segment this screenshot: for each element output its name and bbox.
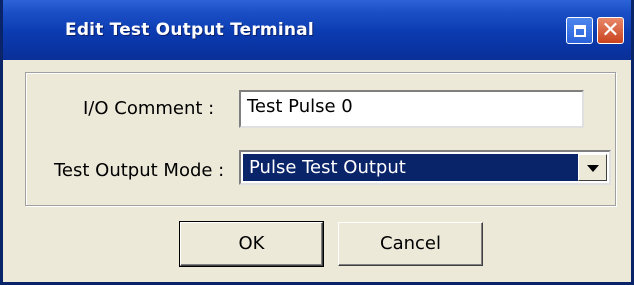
close-icon: ✕ (601, 18, 620, 43)
edit-test-output-terminal-dialog: Edit Test Output Terminal ✕ I/O Comment … (0, 0, 634, 285)
cancel-button[interactable]: Cancel (338, 222, 483, 266)
test-output-mode-select[interactable]: Pulse Test Output (239, 150, 611, 185)
restore-button[interactable] (566, 17, 593, 44)
ok-button[interactable]: OK (179, 221, 324, 267)
restore-icon (574, 25, 586, 37)
test-output-mode-label: Test Output Mode : (54, 160, 225, 181)
dropdown-arrow-button[interactable] (578, 154, 607, 181)
chevron-down-icon (587, 165, 599, 172)
close-button[interactable]: ✕ (597, 17, 624, 44)
title-bar[interactable]: Edit Test Output Terminal ✕ (3, 0, 631, 60)
test-output-mode-selected-value[interactable]: Pulse Test Output (243, 154, 578, 181)
window-title: Edit Test Output Terminal (65, 20, 314, 40)
io-comment-label: I/O Comment : (83, 98, 215, 119)
io-comment-input[interactable]: Test Pulse 0 (239, 90, 584, 128)
